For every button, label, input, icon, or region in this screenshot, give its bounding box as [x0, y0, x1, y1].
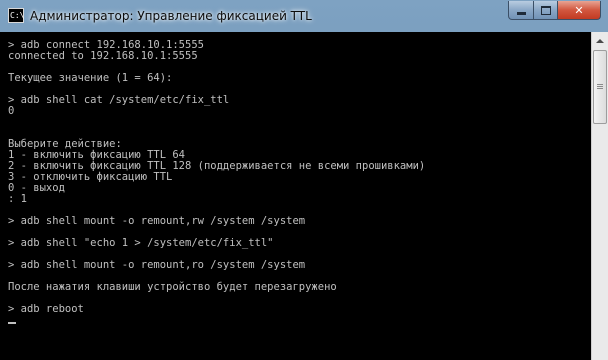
console-line: После нажатия клавиши устройство будет п… [8, 281, 337, 293]
close-button[interactable]: ✕ [557, 1, 601, 20]
maximize-button[interactable] [533, 1, 558, 20]
console-window: C:\ Администратор: Управление фиксацией … [0, 0, 608, 360]
title-bar[interactable]: C:\ Администратор: Управление фиксацией … [0, 0, 608, 32]
grip-line [597, 84, 603, 85]
maximize-icon [540, 5, 551, 15]
text-cursor [8, 322, 16, 324]
console-line: 3 - отключить фиксацию TTL [8, 171, 173, 183]
console-line: Текущее значение (1 = 64): [8, 72, 173, 84]
scroll-thumb[interactable] [593, 50, 607, 124]
vertical-scrollbar[interactable] [591, 32, 608, 360]
console-text: > adb connect 192.168.10.1:5555 connected… [8, 40, 425, 315]
close-icon: ✕ [574, 3, 584, 17]
arrow-up-icon [596, 38, 604, 43]
console-line: connected to 192.168.10.1:5555 [8, 50, 198, 62]
window-title: Администратор: Управление фиксацией TTL [30, 9, 312, 23]
console-line: > adb shell "echo 1 > /system/etc/fix_tt… [8, 237, 274, 249]
console-line: > adb reboot [8, 303, 84, 315]
grip-line [597, 86, 603, 87]
console-line: 0 [8, 105, 15, 117]
console-line: > adb shell mount -o remount,ro /system … [8, 259, 306, 271]
minimize-icon [516, 11, 526, 15]
scroll-up-button[interactable] [592, 32, 608, 49]
grip-line [597, 88, 603, 89]
console-line: > adb shell cat /system/etc/fix_ttl [8, 94, 230, 106]
cmd-console-icon[interactable]: C:\ [8, 8, 24, 23]
minimize-button[interactable] [508, 1, 534, 20]
console-line: 0 - выход [8, 182, 65, 194]
console-line: > adb shell mount -o remount,rw /system … [8, 215, 306, 227]
console-output-area[interactable]: > adb connect 192.168.10.1:5555 connected… [0, 32, 591, 360]
console-line: : 1 [8, 193, 27, 205]
